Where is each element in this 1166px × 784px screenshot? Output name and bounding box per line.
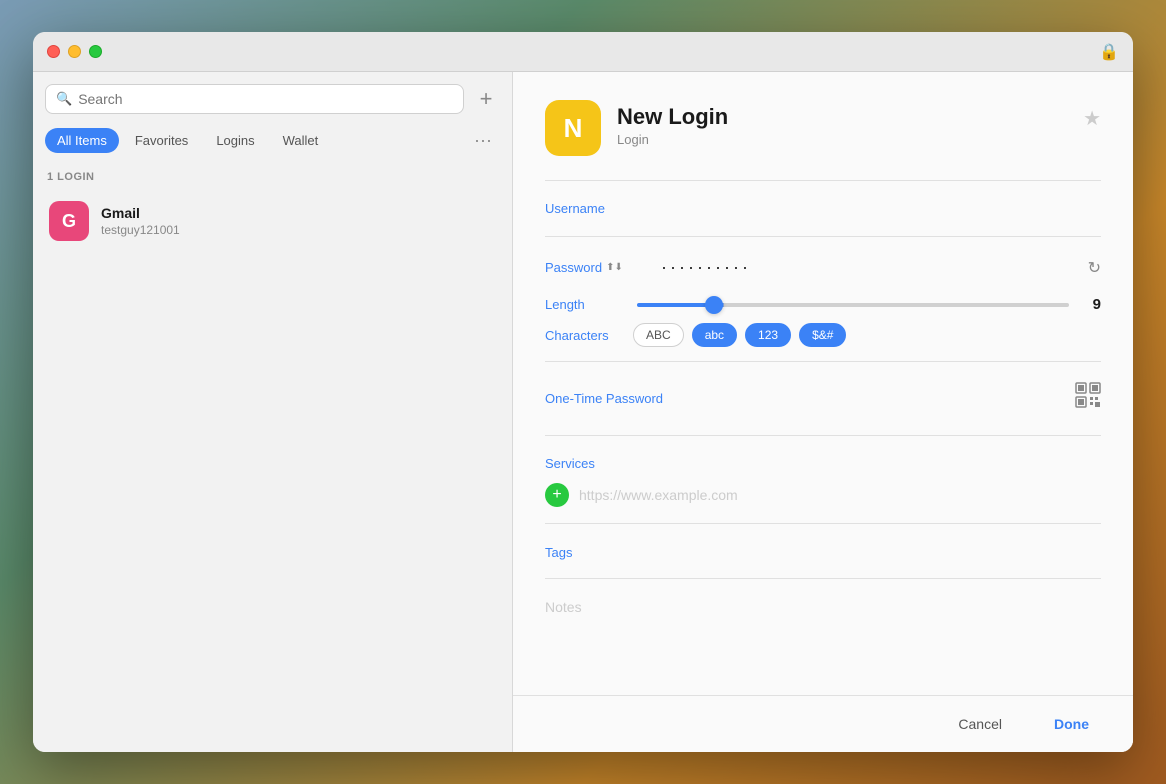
- char-option-123[interactable]: 123: [745, 323, 791, 347]
- tags-section: Tags: [545, 534, 1101, 568]
- divider-3: [545, 361, 1101, 362]
- divider-4: [545, 435, 1101, 436]
- divider-6: [545, 578, 1101, 579]
- username-label: Username: [545, 201, 645, 216]
- content-area: 🔍 + All Items Favorites Logins Wallet ··…: [33, 72, 1133, 752]
- avatar: G: [49, 201, 89, 241]
- password-chevron-icon: ⬆⬇: [606, 262, 623, 273]
- divider-5: [545, 523, 1101, 524]
- cancel-button[interactable]: Cancel: [938, 708, 1022, 740]
- detail-icon: N: [545, 100, 601, 156]
- password-label-text: Password: [545, 260, 602, 275]
- password-value[interactable]: ··········: [661, 257, 1072, 278]
- filter-logins[interactable]: Logins: [204, 128, 266, 153]
- list-item[interactable]: G Gmail testguy121001: [41, 191, 504, 251]
- lock-icon: 🔒: [1099, 42, 1119, 62]
- otp-label: One-Time Password: [545, 391, 663, 406]
- filter-all-items[interactable]: All Items: [45, 128, 119, 153]
- length-slider[interactable]: [637, 303, 1069, 307]
- detail-header: N New Login Login ★: [545, 100, 1101, 156]
- tags-label: Tags: [545, 535, 572, 566]
- item-info: Gmail testguy121001: [101, 205, 180, 237]
- done-button[interactable]: Done: [1034, 708, 1109, 740]
- length-value: 9: [1081, 296, 1101, 313]
- item-username: testguy121001: [101, 223, 180, 237]
- search-icon: 🔍: [56, 91, 72, 107]
- otp-row: One-Time Password: [545, 372, 1101, 425]
- search-input[interactable]: [78, 91, 453, 107]
- add-service-button[interactable]: +: [545, 483, 569, 507]
- titlebar: 🔒: [33, 32, 1133, 72]
- divider-2: [545, 236, 1101, 237]
- notes-section: Notes: [545, 589, 1101, 627]
- filter-favorites[interactable]: Favorites: [123, 128, 200, 153]
- detail-footer: Cancel Done: [513, 695, 1133, 752]
- items-header: 1 LOGIN: [33, 163, 512, 187]
- close-button[interactable]: [47, 45, 60, 58]
- length-row: Length 9: [545, 288, 1101, 319]
- password-label: Password ⬆⬇: [545, 260, 645, 275]
- services-label: Services: [545, 446, 1101, 477]
- traffic-lights: [47, 45, 102, 58]
- favorite-button[interactable]: ★: [1083, 106, 1101, 131]
- filter-more-button[interactable]: ···: [466, 126, 500, 155]
- app-window: 🔒 🔍 + All Items Favorites Logins Wallet …: [33, 32, 1133, 752]
- detail-subtitle: Login: [617, 132, 1067, 147]
- minimize-button[interactable]: [68, 45, 81, 58]
- filter-wallet[interactable]: Wallet: [271, 128, 331, 153]
- qr-icon[interactable]: [1075, 382, 1101, 415]
- notes-label: Notes: [545, 599, 582, 615]
- char-option-special[interactable]: $&#: [799, 323, 846, 347]
- search-bar: 🔍 +: [33, 72, 512, 122]
- char-option-abc[interactable]: abc: [692, 323, 737, 347]
- length-label: Length: [545, 297, 625, 312]
- chars-row: Characters ABC abc 123 $&#: [545, 319, 1101, 351]
- search-wrap: 🔍: [45, 84, 464, 114]
- detail-title-wrap: New Login Login: [617, 100, 1067, 147]
- service-placeholder: https://www.example.com: [579, 487, 738, 503]
- maximize-button[interactable]: [89, 45, 102, 58]
- char-option-ABC[interactable]: ABC: [633, 323, 684, 347]
- password-row: Password ⬆⬇ ·········· ↻: [545, 247, 1101, 288]
- chars-label: Characters: [545, 328, 625, 343]
- main-panel: N New Login Login ★ Username: [513, 72, 1133, 752]
- item-list: G Gmail testguy121001: [33, 187, 512, 752]
- username-row: Username: [545, 191, 1101, 226]
- detail-content: N New Login Login ★ Username: [513, 72, 1133, 695]
- regenerate-button[interactable]: ↻: [1088, 258, 1101, 278]
- add-item-button[interactable]: +: [472, 85, 500, 113]
- filter-bar: All Items Favorites Logins Wallet ···: [33, 122, 512, 163]
- sidebar: 🔍 + All Items Favorites Logins Wallet ··…: [33, 72, 513, 752]
- divider-1: [545, 180, 1101, 181]
- service-row: + https://www.example.com: [545, 477, 1101, 513]
- detail-title: New Login: [617, 104, 1067, 130]
- item-name: Gmail: [101, 205, 180, 221]
